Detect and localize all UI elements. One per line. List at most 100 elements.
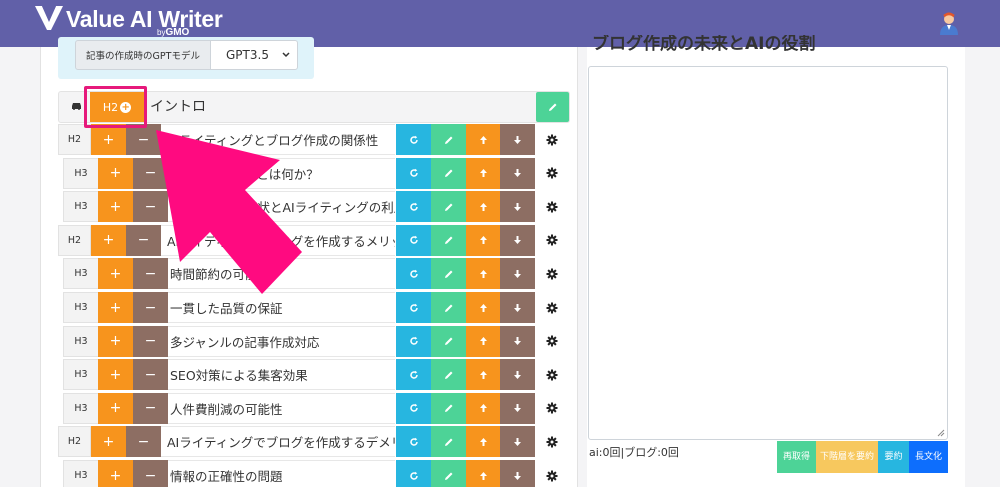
move-up-button[interactable] — [466, 258, 501, 290]
heading-text[interactable]: 情報の正確性の問題 — [168, 460, 395, 487]
move-down-button[interactable] — [500, 325, 535, 357]
heading-text[interactable]: 人件費削減の可能性 — [168, 392, 395, 424]
move-down-button[interactable] — [500, 157, 535, 189]
add-subheading-button[interactable]: + — [98, 359, 133, 391]
remove-heading-button[interactable]: − — [133, 392, 168, 424]
remove-heading-button[interactable]: − — [133, 325, 168, 357]
add-subheading-button[interactable]: + — [98, 392, 133, 424]
settings-button[interactable] — [537, 124, 567, 155]
heading-text[interactable]: SEO対策による集客効果 — [168, 359, 395, 391]
move-down-button[interactable] — [500, 426, 535, 458]
remove-heading-button[interactable]: − — [126, 426, 161, 458]
edit-heading-button[interactable] — [431, 460, 466, 487]
add-subheading-button[interactable]: + — [91, 124, 126, 155]
add-subheading-button[interactable]: + — [98, 325, 133, 357]
remove-heading-button[interactable]: − — [133, 460, 168, 487]
heading-text[interactable]: 多ジャンルの記事作成対応 — [168, 325, 395, 357]
move-up-button[interactable] — [466, 224, 501, 256]
add-subheading-button[interactable]: + — [91, 224, 126, 256]
move-down-button[interactable] — [500, 191, 535, 223]
move-up-button[interactable] — [466, 392, 501, 424]
article-textarea[interactable] — [588, 66, 948, 440]
add-subheading-button[interactable]: + — [91, 426, 126, 458]
regenerate-heading-button[interactable] — [396, 157, 431, 189]
add-subheading-button[interactable]: + — [98, 258, 133, 290]
move-down-button[interactable] — [500, 124, 535, 155]
heading-text[interactable]: ブログ作成の現状とAIライティングの利用 — [168, 191, 395, 223]
logo[interactable]: Value AI Writer — [34, 4, 223, 34]
edit-heading-button[interactable] — [431, 224, 466, 256]
settings-button[interactable] — [537, 258, 567, 289]
regenerate-button[interactable]: 再取得 — [777, 441, 816, 473]
edit-heading-button[interactable] — [431, 392, 466, 424]
regenerate-heading-button[interactable] — [396, 359, 431, 391]
heading-text[interactable]: AIライティングでブログを作成するメリット — [161, 224, 395, 256]
regenerate-heading-button[interactable] — [396, 124, 431, 155]
regenerate-heading-button[interactable] — [396, 325, 431, 357]
heading-text[interactable]: 時間節約の可能性 — [168, 258, 395, 290]
user-avatar-icon[interactable] — [939, 11, 959, 35]
remove-heading-button[interactable]: − — [126, 224, 161, 256]
summary-button[interactable]: 要約 — [878, 441, 909, 473]
edit-heading-button[interactable] — [431, 359, 466, 391]
move-up-button[interactable] — [466, 157, 501, 189]
move-down-button[interactable] — [500, 224, 535, 256]
edit-heading-button[interactable] — [431, 258, 466, 290]
settings-button[interactable] — [537, 426, 567, 457]
add-subheading-button[interactable]: + — [98, 191, 133, 223]
settings-button[interactable] — [537, 225, 567, 256]
remove-heading-button[interactable]: − — [133, 157, 168, 189]
pencil-icon — [444, 337, 452, 346]
move-up-button[interactable] — [466, 292, 501, 323]
regenerate-heading-button[interactable] — [396, 460, 431, 487]
settings-button[interactable] — [537, 460, 567, 487]
intro-edit-button[interactable] — [536, 92, 569, 122]
move-up-button[interactable] — [466, 359, 501, 391]
add-subheading-button[interactable]: + — [98, 460, 133, 487]
remove-heading-button[interactable]: − — [133, 258, 168, 290]
heading-text[interactable]: AIライティングとブログ作成の関係性 — [161, 124, 395, 155]
move-down-button[interactable] — [500, 460, 535, 487]
add-subheading-button[interactable]: + — [98, 292, 133, 323]
remove-heading-button[interactable]: − — [133, 191, 168, 223]
edit-heading-button[interactable] — [431, 157, 466, 189]
move-down-button[interactable] — [500, 359, 535, 391]
regenerate-heading-button[interactable] — [396, 292, 431, 323]
add-subheading-button[interactable]: + — [98, 157, 133, 189]
move-down-button[interactable] — [500, 292, 535, 323]
move-up-button[interactable] — [466, 191, 501, 223]
move-down-button[interactable] — [500, 258, 535, 290]
settings-button[interactable] — [537, 359, 567, 390]
edit-heading-button[interactable] — [431, 325, 466, 357]
remove-heading-button[interactable]: − — [133, 292, 168, 323]
heading-text[interactable]: AIライティングとは何か？ — [168, 157, 395, 189]
regenerate-heading-button[interactable] — [396, 258, 431, 290]
heading-text[interactable]: 一貫した品質の保証 — [168, 292, 395, 323]
settings-button[interactable] — [537, 393, 567, 424]
settings-button[interactable] — [537, 292, 567, 323]
remove-heading-button[interactable]: − — [133, 359, 168, 391]
move-down-button[interactable] — [500, 392, 535, 424]
resize-grip-icon[interactable] — [937, 429, 945, 437]
edit-heading-button[interactable] — [431, 426, 466, 458]
settings-button[interactable] — [537, 158, 567, 189]
regenerate-heading-button[interactable] — [396, 191, 431, 223]
edit-heading-button[interactable] — [431, 191, 466, 223]
regenerate-heading-button[interactable] — [396, 426, 431, 458]
edit-heading-button[interactable] — [431, 124, 466, 155]
settings-button[interactable] — [537, 326, 567, 357]
model-select[interactable]: GPT3.5 — [210, 40, 298, 70]
settings-button[interactable] — [537, 191, 567, 222]
lengthen-button[interactable]: 長文化 — [909, 441, 948, 473]
pencil-icon — [444, 472, 452, 480]
regenerate-heading-button[interactable] — [396, 224, 431, 256]
move-up-button[interactable] — [466, 426, 501, 458]
summarize-lower-button[interactable]: 下階層を要約 — [816, 441, 878, 473]
remove-heading-button[interactable]: − — [126, 124, 161, 155]
edit-heading-button[interactable] — [431, 292, 466, 323]
move-up-button[interactable] — [466, 124, 501, 155]
move-up-button[interactable] — [466, 325, 501, 357]
move-up-button[interactable] — [466, 460, 501, 487]
heading-text[interactable]: AIライティングでブログを作成するデメリット — [161, 426, 395, 458]
regenerate-heading-button[interactable] — [396, 392, 431, 424]
